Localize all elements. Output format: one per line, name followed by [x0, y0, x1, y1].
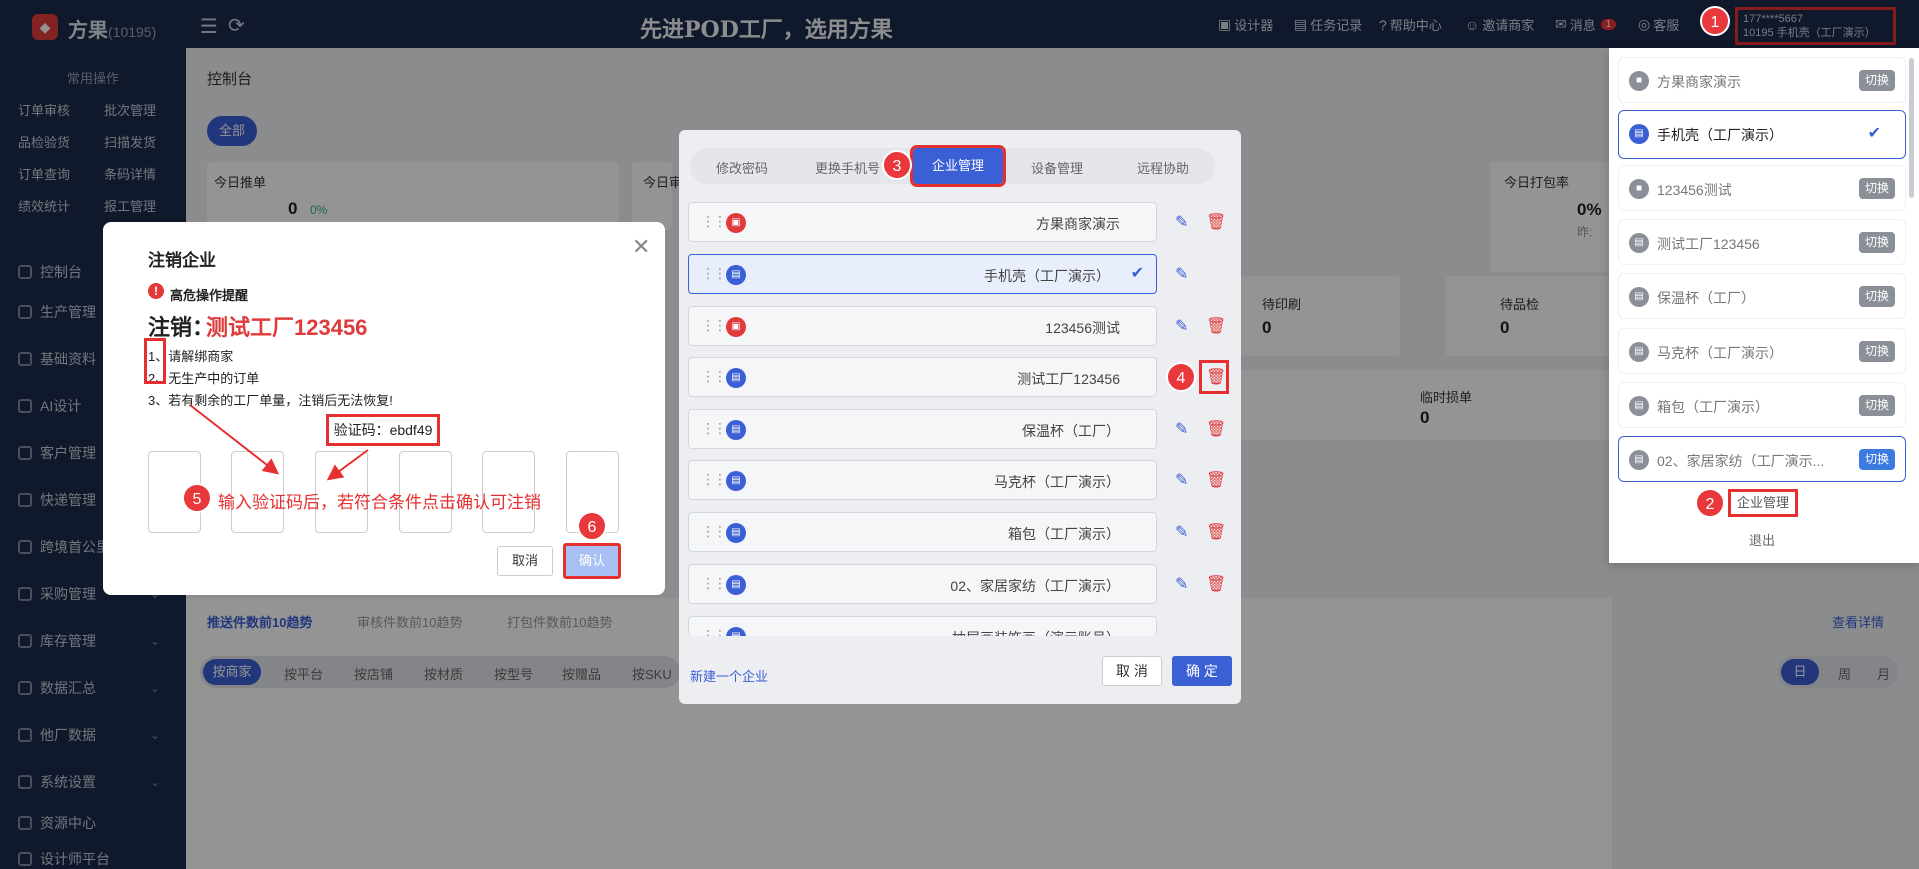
step-badge: 4	[1166, 362, 1196, 392]
step-badge: 6	[577, 511, 607, 541]
annotation-arrows	[189, 404, 369, 481]
step-badge: 3	[882, 150, 912, 180]
step-badge: 2	[1695, 488, 1725, 518]
step-badge: 5	[182, 483, 212, 513]
step-badge: 1	[1700, 6, 1730, 36]
